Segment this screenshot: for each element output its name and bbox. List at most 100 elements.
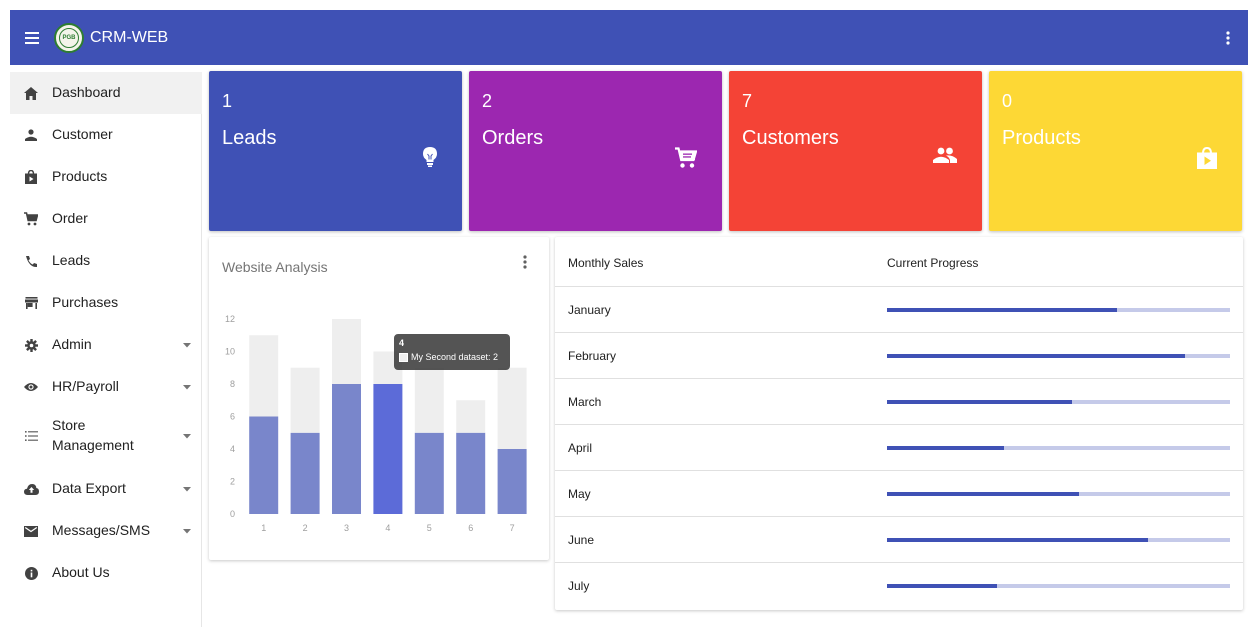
bar-first-dataset[interactable] — [456, 432, 486, 514]
sidebar-item-label: Store Management — [52, 417, 134, 453]
stat-card-leads[interactable]: 1 Leads — [209, 71, 462, 231]
chevron-down-icon — [172, 342, 202, 348]
sidebar-item-label: HR/Payroll — [52, 378, 119, 395]
sidebar-item-hr-payroll[interactable]: HR/Payroll — [10, 366, 202, 408]
app-bar: PGB CRM-WEB — [10, 10, 1248, 65]
table-row: July — [555, 563, 1243, 609]
sidebar-item-order[interactable]: Order — [10, 198, 202, 240]
app-more-button[interactable] — [1216, 10, 1240, 65]
shopping-bag-icon — [10, 170, 52, 184]
sidebar-item-label: About Us — [52, 564, 110, 581]
menu-button[interactable] — [10, 10, 54, 65]
sidebar-item-products[interactable]: Products — [10, 156, 202, 198]
progress-bar — [887, 492, 1230, 496]
cloud-upload-icon — [10, 483, 52, 495]
tooltip-label: My Second dataset: 2 — [411, 352, 499, 362]
sidebar: Dashboard Customer Products Order Leads — [10, 72, 202, 627]
progress-fill — [887, 446, 1004, 450]
chevron-down-icon — [172, 433, 202, 439]
bar-second-dataset[interactable] — [456, 400, 486, 433]
progress-fill — [887, 584, 997, 588]
store-icon — [10, 297, 52, 309]
hamburger-icon — [25, 31, 39, 44]
bar-first-dataset[interactable] — [290, 432, 320, 514]
table-row: January — [555, 287, 1243, 333]
gear-icon — [10, 338, 52, 352]
column-header-current-progress: Current Progress — [887, 256, 979, 270]
lightbulb-icon — [423, 147, 437, 172]
bar-first-dataset[interactable] — [497, 449, 527, 514]
x-tick-label: 3 — [344, 523, 349, 533]
more-vertical-icon — [523, 255, 527, 269]
sidebar-item-leads[interactable]: Leads — [10, 240, 202, 282]
progress-fill — [887, 492, 1080, 496]
month-name: July — [568, 579, 590, 593]
bar-first-dataset[interactable] — [414, 432, 444, 514]
sidebar-item-about-us[interactable]: About Us — [10, 552, 202, 594]
progress-fill — [887, 538, 1148, 542]
bar-second-dataset[interactable] — [332, 319, 361, 384]
y-tick-label: 2 — [230, 477, 235, 487]
x-tick-label: 7 — [510, 523, 515, 533]
sidebar-item-purchases[interactable]: Purchases — [10, 282, 202, 324]
table-row: March — [555, 379, 1243, 425]
eye-icon — [10, 382, 52, 392]
cart-icon — [675, 147, 698, 174]
y-tick-label: 4 — [230, 444, 235, 454]
progress-fill — [887, 400, 1073, 404]
bar-first-dataset[interactable] — [249, 416, 279, 515]
progress-bar — [887, 400, 1230, 404]
month-name: May — [568, 487, 591, 501]
progress-fill — [887, 308, 1117, 312]
month-name: March — [568, 395, 602, 409]
sidebar-item-label: Admin — [52, 336, 92, 353]
stat-card-products[interactable]: 0 Products — [989, 71, 1242, 231]
more-vertical-icon — [1226, 30, 1230, 45]
sidebar-item-label: Customer — [52, 126, 113, 143]
bar-second-dataset[interactable] — [414, 367, 444, 433]
sidebar-item-store-management[interactable]: Store Management — [10, 408, 202, 464]
x-tick-label: 4 — [385, 523, 390, 533]
info-icon — [10, 566, 52, 580]
bar-first-dataset[interactable] — [332, 384, 361, 514]
stat-card-customers[interactable]: 7 Customers — [729, 71, 982, 231]
panel-more-button[interactable] — [523, 255, 527, 274]
sidebar-item-customer[interactable]: Customer — [10, 114, 202, 156]
app-title: CRM-WEB — [90, 28, 169, 46]
y-tick-label: 0 — [230, 509, 235, 519]
progress-bar — [887, 446, 1230, 450]
month-name: June — [568, 533, 595, 547]
sidebar-item-label: Purchases — [52, 294, 119, 311]
column-header-monthly-sales: Monthly Sales — [568, 256, 644, 270]
bar-second-dataset[interactable] — [249, 335, 279, 417]
chevron-down-icon — [172, 486, 202, 492]
x-tick-label: 1 — [261, 523, 266, 533]
table-row: April — [555, 425, 1243, 471]
progress-fill — [887, 354, 1186, 358]
bar-second-dataset[interactable] — [497, 367, 527, 449]
sidebar-item-label: Data Export — [52, 480, 126, 497]
stat-count: 7 — [742, 91, 753, 111]
sidebar-item-data-export[interactable]: Data Export — [10, 468, 202, 510]
bar-first-dataset[interactable] — [373, 384, 403, 514]
people-icon — [933, 147, 957, 168]
monthly-sales-table: Monthly Sales Current Progress January Fe… — [555, 237, 1243, 610]
stat-label: Orders — [482, 127, 544, 149]
chevron-down-icon — [172, 384, 202, 390]
stat-count: 2 — [482, 91, 493, 111]
x-tick-label: 5 — [427, 523, 432, 533]
progress-bar — [887, 538, 1230, 542]
bar-second-dataset[interactable] — [290, 367, 320, 433]
table-row: February — [555, 333, 1243, 379]
table-row: June — [555, 517, 1243, 563]
stat-count: 1 — [222, 91, 233, 111]
sidebar-item-label: Messages/SMS — [52, 522, 151, 539]
sidebar-item-messages-sms[interactable]: Messages/SMS — [10, 510, 202, 552]
sidebar-item-dashboard[interactable]: Dashboard — [10, 72, 202, 114]
stat-label: Customers — [742, 127, 839, 149]
tooltip-swatch — [399, 352, 408, 362]
sidebar-item-label: Leads — [52, 252, 91, 269]
person-icon — [10, 129, 52, 141]
stat-card-orders[interactable]: 2 Orders — [469, 71, 722, 231]
sidebar-item-admin[interactable]: Admin — [10, 324, 202, 366]
